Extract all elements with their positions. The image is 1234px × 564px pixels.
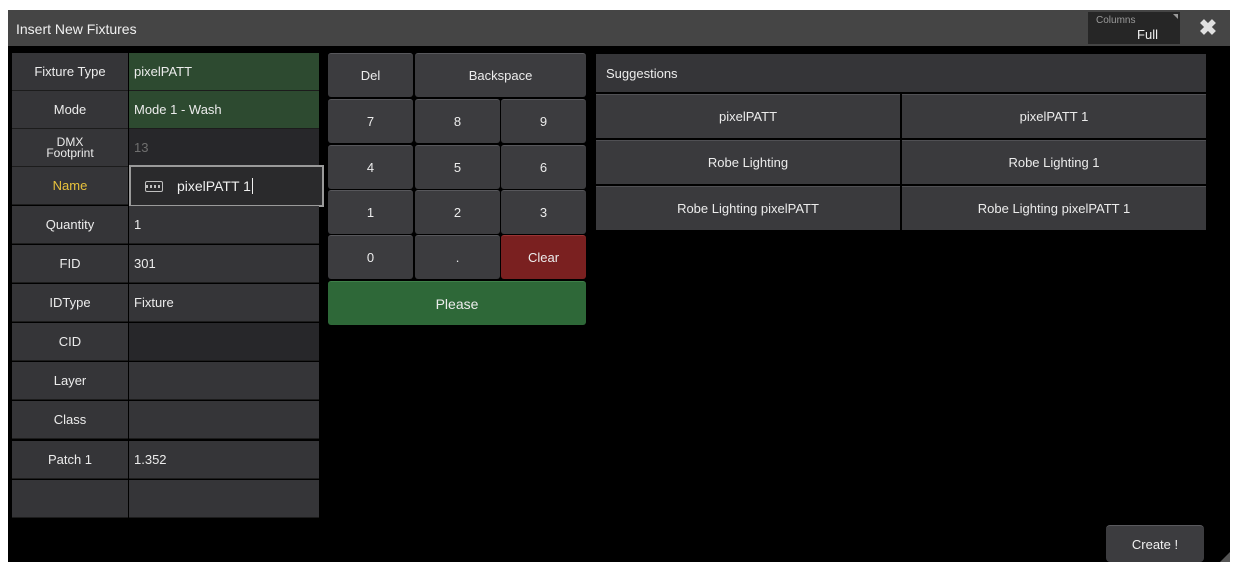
key-8[interactable]: 8	[415, 99, 500, 143]
text-caret	[251, 178, 253, 194]
suggestion-pixelpatt-1[interactable]: pixelPATT 1	[902, 94, 1206, 138]
fid-label: FID	[12, 245, 128, 283]
row-cid[interactable]: CID	[12, 323, 319, 361]
cid-label: CID	[12, 323, 128, 361]
idtype-value[interactable]: Fixture	[129, 284, 319, 322]
patch-1-label: Patch 1	[12, 441, 128, 479]
empty-row-value[interactable]	[129, 480, 319, 518]
key-5[interactable]: 5	[415, 145, 500, 189]
row-name[interactable]: Name pixelPATT 1	[12, 165, 324, 207]
key-4[interactable]: 4	[328, 145, 413, 189]
del-button[interactable]: Del	[328, 53, 413, 97]
create-button[interactable]: Create !	[1106, 525, 1204, 562]
quantity-label: Quantity	[12, 206, 128, 244]
name-input-text: pixelPATT 1	[177, 178, 251, 194]
columns-label: Columns	[1096, 15, 1136, 26]
columns-dropdown-corner-icon	[1173, 14, 1178, 19]
columns-value: Full	[1137, 27, 1158, 42]
class-label: Class	[12, 401, 128, 439]
columns-selector[interactable]: Columns Full	[1088, 12, 1180, 44]
row-quantity[interactable]: Quantity 1	[12, 206, 319, 244]
dmx-footprint-label: DMX Footprint	[12, 129, 128, 167]
fixture-type-value[interactable]: pixelPATT	[129, 53, 319, 91]
dmx-footprint-label-line2: Footprint	[46, 145, 94, 160]
row-fixture-type[interactable]: Fixture Type pixelPATT	[12, 53, 319, 91]
close-icon[interactable]: ✖	[1188, 12, 1228, 44]
backspace-button[interactable]: Backspace	[415, 53, 586, 97]
class-value[interactable]	[129, 401, 319, 439]
row-empty[interactable]	[12, 480, 319, 518]
idtype-label: IDType	[12, 284, 128, 322]
suggestion-robe-lighting[interactable]: Robe Lighting	[596, 140, 900, 184]
key-dot[interactable]: .	[415, 235, 500, 279]
dmx-footprint-value: 13	[129, 129, 319, 167]
row-layer[interactable]: Layer	[12, 362, 319, 400]
dialog-title: Insert New Fixtures	[16, 21, 137, 37]
name-label: Name	[12, 167, 128, 205]
mode-label: Mode	[12, 91, 128, 129]
key-2[interactable]: 2	[415, 190, 500, 234]
resize-grip-icon[interactable]	[1220, 552, 1230, 562]
key-9[interactable]: 9	[501, 99, 586, 143]
key-0[interactable]: 0	[328, 235, 413, 279]
row-class[interactable]: Class	[12, 401, 319, 439]
row-mode[interactable]: Mode Mode 1 - Wash	[12, 91, 319, 129]
key-3[interactable]: 3	[501, 190, 586, 234]
row-idtype[interactable]: IDType Fixture	[12, 284, 319, 322]
key-7[interactable]: 7	[328, 99, 413, 143]
empty-row-label	[12, 480, 128, 518]
mode-value[interactable]: Mode 1 - Wash	[129, 91, 319, 129]
row-dmx-footprint: DMX Footprint 13	[12, 129, 319, 167]
cid-value[interactable]	[129, 323, 319, 361]
patch-1-value[interactable]: 1.352	[129, 441, 319, 479]
row-fid[interactable]: FID 301	[12, 245, 319, 283]
insert-fixtures-dialog: Insert New Fixtures Columns Full ✖ Fixtu…	[8, 10, 1230, 562]
layer-label: Layer	[12, 362, 128, 400]
quantity-value[interactable]: 1	[129, 206, 319, 244]
clear-button[interactable]: Clear	[501, 235, 586, 279]
row-patch-1[interactable]: Patch 1 1.352	[12, 441, 319, 479]
suggestions-header: Suggestions	[596, 54, 1206, 92]
title-bar: Insert New Fixtures Columns Full ✖	[8, 10, 1230, 46]
name-input[interactable]: pixelPATT 1	[129, 165, 324, 207]
suggestion-robe-lighting-1[interactable]: Robe Lighting 1	[902, 140, 1206, 184]
please-button[interactable]: Please	[328, 281, 586, 325]
suggestion-robe-lighting-pixelpatt[interactable]: Robe Lighting pixelPATT	[596, 186, 900, 230]
fixture-type-label: Fixture Type	[12, 53, 128, 91]
layer-value[interactable]	[129, 362, 319, 400]
suggestion-pixelpatt[interactable]: pixelPATT	[596, 94, 900, 138]
key-1[interactable]: 1	[328, 190, 413, 234]
fid-value[interactable]: 301	[129, 245, 319, 283]
key-6[interactable]: 6	[501, 145, 586, 189]
keyboard-icon[interactable]	[145, 180, 163, 192]
suggestion-robe-lighting-pixelpatt-1[interactable]: Robe Lighting pixelPATT 1	[902, 186, 1206, 230]
